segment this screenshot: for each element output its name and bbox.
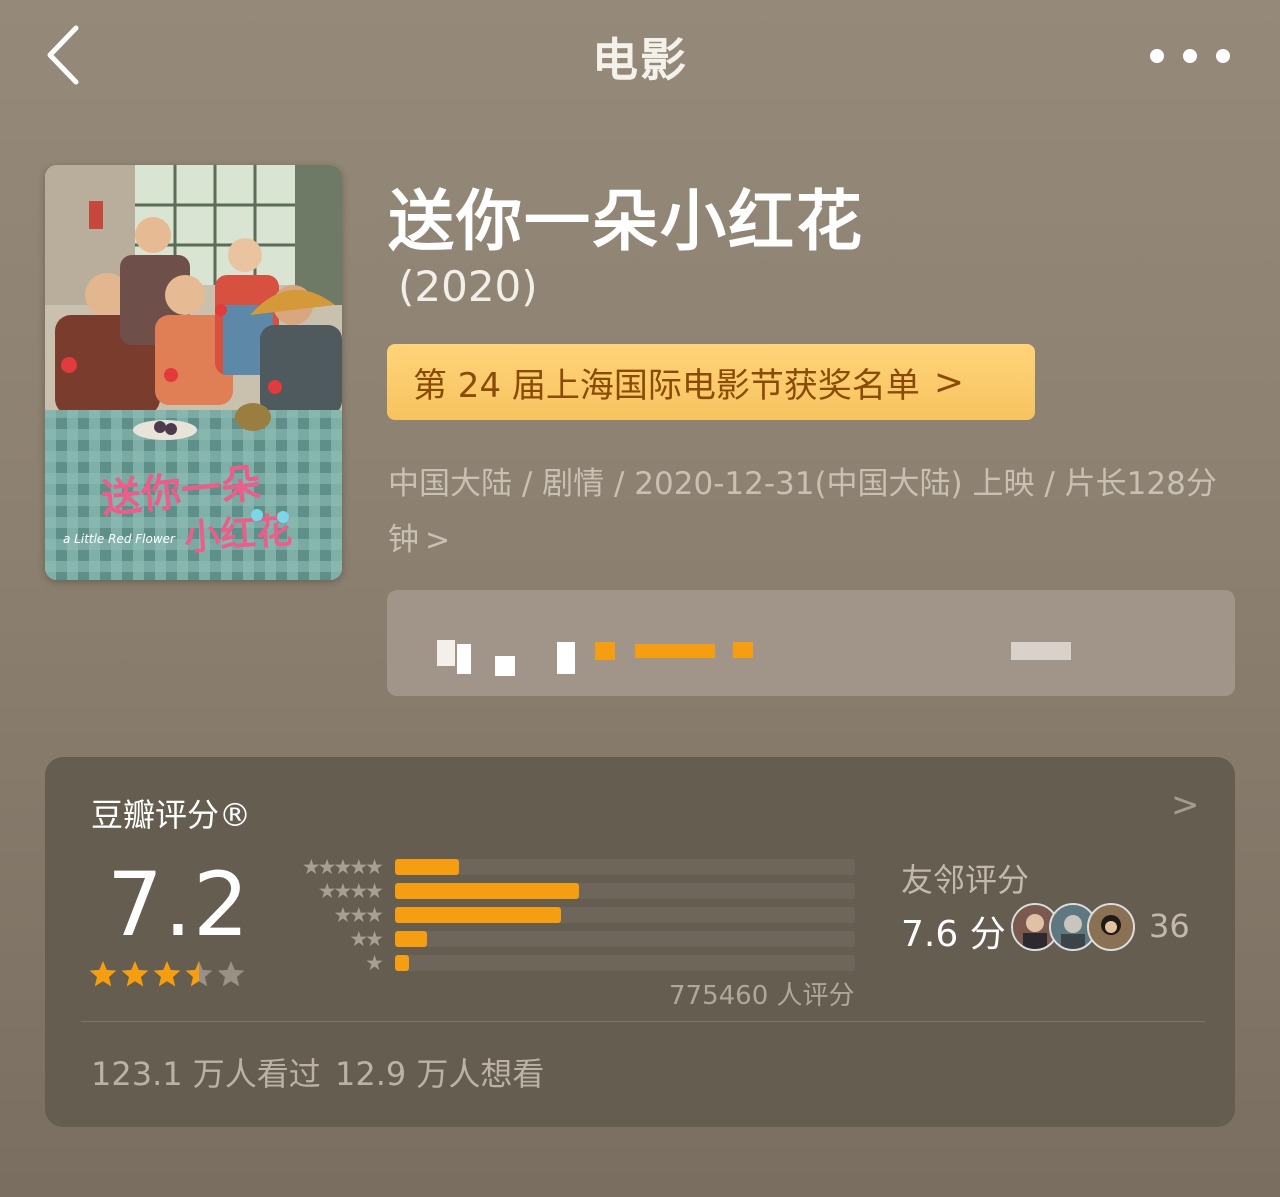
- avatar: [1087, 903, 1135, 951]
- award-list-label: 第 24 届上海国际电影节获奖名单: [413, 365, 920, 406]
- distribution-bar: [395, 883, 579, 899]
- movie-year: (2020): [398, 262, 538, 311]
- distribution-bar: [395, 859, 459, 875]
- rating-card[interactable]: 豆瓣评分® > 7.2 ★★★★★ ★★★★ ★★★ ★★ ★ 775460 人评分 友…: [45, 757, 1235, 1127]
- distribution-track: [395, 859, 855, 875]
- star-icon: [185, 961, 213, 987]
- star-row-3-icon: ★★★: [333, 903, 384, 927]
- star-icon: [121, 961, 149, 987]
- star-row-1-icon: ★: [365, 951, 384, 975]
- distribution-bar: [395, 931, 427, 947]
- page-title: 电影: [592, 33, 688, 87]
- star-row-5-icon: ★★★★★: [301, 855, 384, 879]
- wishlist-count[interactable]: 12.9 万人想看: [335, 1049, 544, 1095]
- distribution-bar: [395, 955, 409, 971]
- star-icon: [89, 961, 117, 987]
- friends-rating-score: 7.6 分: [901, 914, 1006, 955]
- poster-subtitle-text: a Little Red Flower: [63, 532, 176, 546]
- stars-svg: [89, 961, 245, 987]
- more-dots-icon[interactable]: [1150, 36, 1230, 76]
- divider: [81, 1021, 1205, 1022]
- rating-count: 775460 人评分: [669, 981, 855, 1011]
- douban-rating-label: 豆瓣评分®: [91, 796, 252, 834]
- award-list-button[interactable]: 第 24 届上海国际电影节获奖名单 >: [387, 344, 1035, 420]
- chevron-right-icon: >: [425, 523, 451, 558]
- star-rating: [89, 958, 249, 994]
- watched-count[interactable]: 123.1 万人看过: [91, 1049, 321, 1095]
- friend-avatars[interactable]: [1011, 903, 1141, 951]
- movie-title: 送你一朵小红花: [388, 183, 864, 260]
- movie-poster[interactable]: 送你一朵 小红花 a Little Red Flower: [45, 165, 342, 580]
- movie-meta-info[interactable]: 中国大陆 / 剧情 / 2020-12-31(中国大陆) 上映 / 片长128分…: [388, 456, 1228, 569]
- star-icon: [217, 961, 245, 987]
- poster-image: 送你一朵 小红花 a Little Red Flower: [45, 165, 342, 580]
- blurred-banner: [387, 590, 1235, 696]
- distribution-bar: [395, 907, 561, 923]
- chevron-right-icon: >: [1171, 785, 1200, 825]
- star-icon: [153, 961, 181, 987]
- svg-text:小红花: 小红花: [183, 511, 294, 559]
- star-row-2-icon: ★★: [349, 927, 384, 951]
- star-row-4-icon: ★★★★: [317, 879, 384, 903]
- friends-count: 36: [1149, 907, 1190, 945]
- distribution-track: [395, 931, 855, 947]
- movie-meta-text: 中国大陆 / 剧情 / 2020-12-31(中国大陆) 上映 / 片长128分…: [388, 466, 1217, 558]
- rating-score: 7.2: [107, 853, 250, 956]
- distribution-track: [395, 955, 855, 971]
- friends-rating-label: 友邻评分: [901, 861, 1030, 899]
- chevron-right-icon: >: [933, 361, 965, 403]
